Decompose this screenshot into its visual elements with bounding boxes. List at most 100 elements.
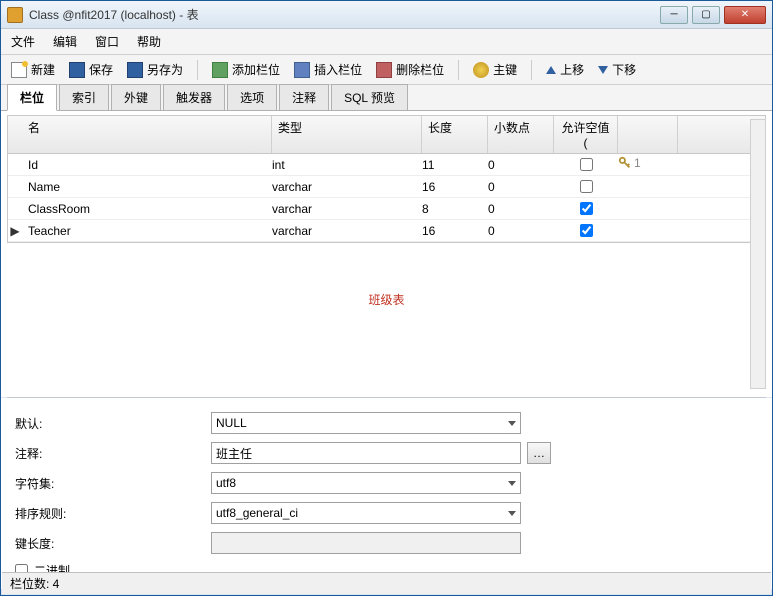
cell-decimal[interactable]: 0 (488, 180, 554, 194)
tab-foreign-keys[interactable]: 外键 (111, 84, 161, 110)
cell-decimal[interactable]: 0 (488, 224, 554, 238)
cell-type[interactable]: varchar (272, 202, 422, 216)
tab-options[interactable]: 选项 (227, 84, 277, 110)
cell-length[interactable]: 11 (422, 158, 488, 172)
status-text: 栏位数: 4 (10, 575, 59, 592)
cell-null[interactable] (554, 158, 618, 171)
chevron-down-icon (508, 511, 516, 516)
keylen-label: 键长度: (15, 535, 211, 552)
toolbar: 新建 保存 另存为 添加栏位 插入栏位 删除栏位 主键 上移 下移 (1, 55, 772, 85)
app-icon (7, 7, 23, 23)
cell-type[interactable]: varchar (272, 224, 422, 238)
table-row[interactable]: ▶Teachervarchar160 (8, 220, 765, 242)
col-marker-head (8, 116, 22, 153)
delete-icon (376, 62, 392, 78)
window-title: Class @nfit2017 (localhost) - 表 (29, 6, 660, 23)
tab-triggers[interactable]: 触发器 (163, 84, 225, 110)
saveas-icon (127, 62, 143, 78)
tab-columns[interactable]: 栏位 (7, 84, 57, 111)
saveas-button[interactable]: 另存为 (123, 59, 187, 80)
allow-null-checkbox[interactable] (580, 202, 593, 215)
allow-null-checkbox[interactable] (580, 158, 593, 171)
properties-form: 默认: NULL 注释: 班主任 … 字符集: utf8 排序规则: utf8_… (1, 398, 772, 589)
cell-null[interactable] (554, 224, 618, 237)
menu-help[interactable]: 帮助 (137, 33, 161, 50)
key-icon (473, 62, 489, 78)
tab-comment[interactable]: 注释 (279, 84, 329, 110)
move-down-button[interactable]: 下移 (594, 59, 640, 80)
statusbar: 栏位数: 4 (2, 572, 771, 594)
primary-key-button[interactable]: 主键 (469, 59, 521, 80)
insert-column-button[interactable]: 插入栏位 (290, 59, 366, 80)
cell-type[interactable]: varchar (272, 180, 422, 194)
default-combo[interactable]: NULL (211, 412, 521, 434)
primary-key-icon: 1 (618, 156, 641, 170)
cell-key: 1 (618, 156, 678, 173)
allow-null-checkbox[interactable] (580, 180, 593, 193)
separator (531, 60, 532, 80)
new-button[interactable]: 新建 (7, 59, 59, 80)
close-button[interactable]: ✕ (724, 6, 766, 24)
menu-window[interactable]: 窗口 (95, 33, 119, 50)
menubar: 文件 编辑 窗口 帮助 (1, 29, 772, 55)
charset-combo[interactable]: utf8 (211, 472, 521, 494)
row-marker: ▶ (8, 224, 22, 238)
save-button[interactable]: 保存 (65, 59, 117, 80)
minimize-button[interactable]: ─ (660, 6, 688, 24)
add-column-button[interactable]: 添加栏位 (208, 59, 284, 80)
col-name-head[interactable]: 名 (22, 116, 272, 153)
cell-length[interactable]: 16 (422, 180, 488, 194)
cell-name[interactable]: Name (22, 180, 272, 194)
delete-column-button[interactable]: 删除栏位 (372, 59, 448, 80)
col-type-head[interactable]: 类型 (272, 116, 422, 153)
cell-decimal[interactable]: 0 (488, 158, 554, 172)
arrow-down-icon (598, 66, 608, 74)
col-null-head[interactable]: 允许空值 ( (554, 116, 618, 153)
col-dec-head[interactable]: 小数点 (488, 116, 554, 153)
collation-combo[interactable]: utf8_general_ci (211, 502, 521, 524)
tab-indexes[interactable]: 索引 (59, 84, 109, 110)
menu-file[interactable]: 文件 (11, 33, 35, 50)
cell-name[interactable]: Id (22, 158, 272, 172)
cell-name[interactable]: ClassRoom (22, 202, 272, 216)
default-label: 默认: (15, 415, 211, 432)
columns-grid: 名 类型 长度 小数点 允许空值 ( Idint1101Namevarchar1… (7, 115, 766, 243)
comment-more-button[interactable]: … (527, 442, 551, 464)
cell-type[interactable]: int (272, 158, 422, 172)
menu-edit[interactable]: 编辑 (53, 33, 77, 50)
save-icon (69, 62, 85, 78)
grid-header: 名 类型 长度 小数点 允许空值 ( (8, 116, 765, 154)
maximize-button[interactable]: ▢ (692, 6, 720, 24)
allow-null-checkbox[interactable] (580, 224, 593, 237)
move-up-button[interactable]: 上移 (542, 59, 588, 80)
charset-label: 字符集: (15, 475, 211, 492)
arrow-up-icon (546, 66, 556, 74)
comment-input[interactable]: 班主任 (211, 442, 521, 464)
insert-icon (294, 62, 310, 78)
cell-null[interactable] (554, 180, 618, 193)
keylen-input[interactable] (211, 532, 521, 554)
cell-decimal[interactable]: 0 (488, 202, 554, 216)
center-label: 班级表 (368, 291, 404, 308)
grid-body: Idint1101Namevarchar160ClassRoomvarchar8… (8, 154, 765, 242)
cell-null[interactable] (554, 202, 618, 215)
chevron-down-icon (508, 481, 516, 486)
vertical-scrollbar[interactable] (750, 119, 766, 389)
window: Class @nfit2017 (localhost) - 表 ─ ▢ ✕ 文件… (0, 0, 773, 596)
chevron-down-icon (508, 421, 516, 426)
comment-label: 注释: (15, 445, 211, 462)
window-buttons: ─ ▢ ✕ (660, 6, 766, 24)
tab-sql-preview[interactable]: SQL 预览 (331, 84, 408, 110)
separator (458, 60, 459, 80)
add-icon (212, 62, 228, 78)
cell-length[interactable]: 16 (422, 224, 488, 238)
table-row[interactable]: ClassRoomvarchar80 (8, 198, 765, 220)
cell-name[interactable]: Teacher (22, 224, 272, 238)
table-row[interactable]: Idint110 1 (8, 154, 765, 176)
col-len-head[interactable]: 长度 (422, 116, 488, 153)
col-key-head (618, 116, 678, 153)
new-icon (11, 62, 27, 78)
table-row[interactable]: Namevarchar160 (8, 176, 765, 198)
cell-length[interactable]: 8 (422, 202, 488, 216)
titlebar: Class @nfit2017 (localhost) - 表 ─ ▢ ✕ (1, 1, 772, 29)
